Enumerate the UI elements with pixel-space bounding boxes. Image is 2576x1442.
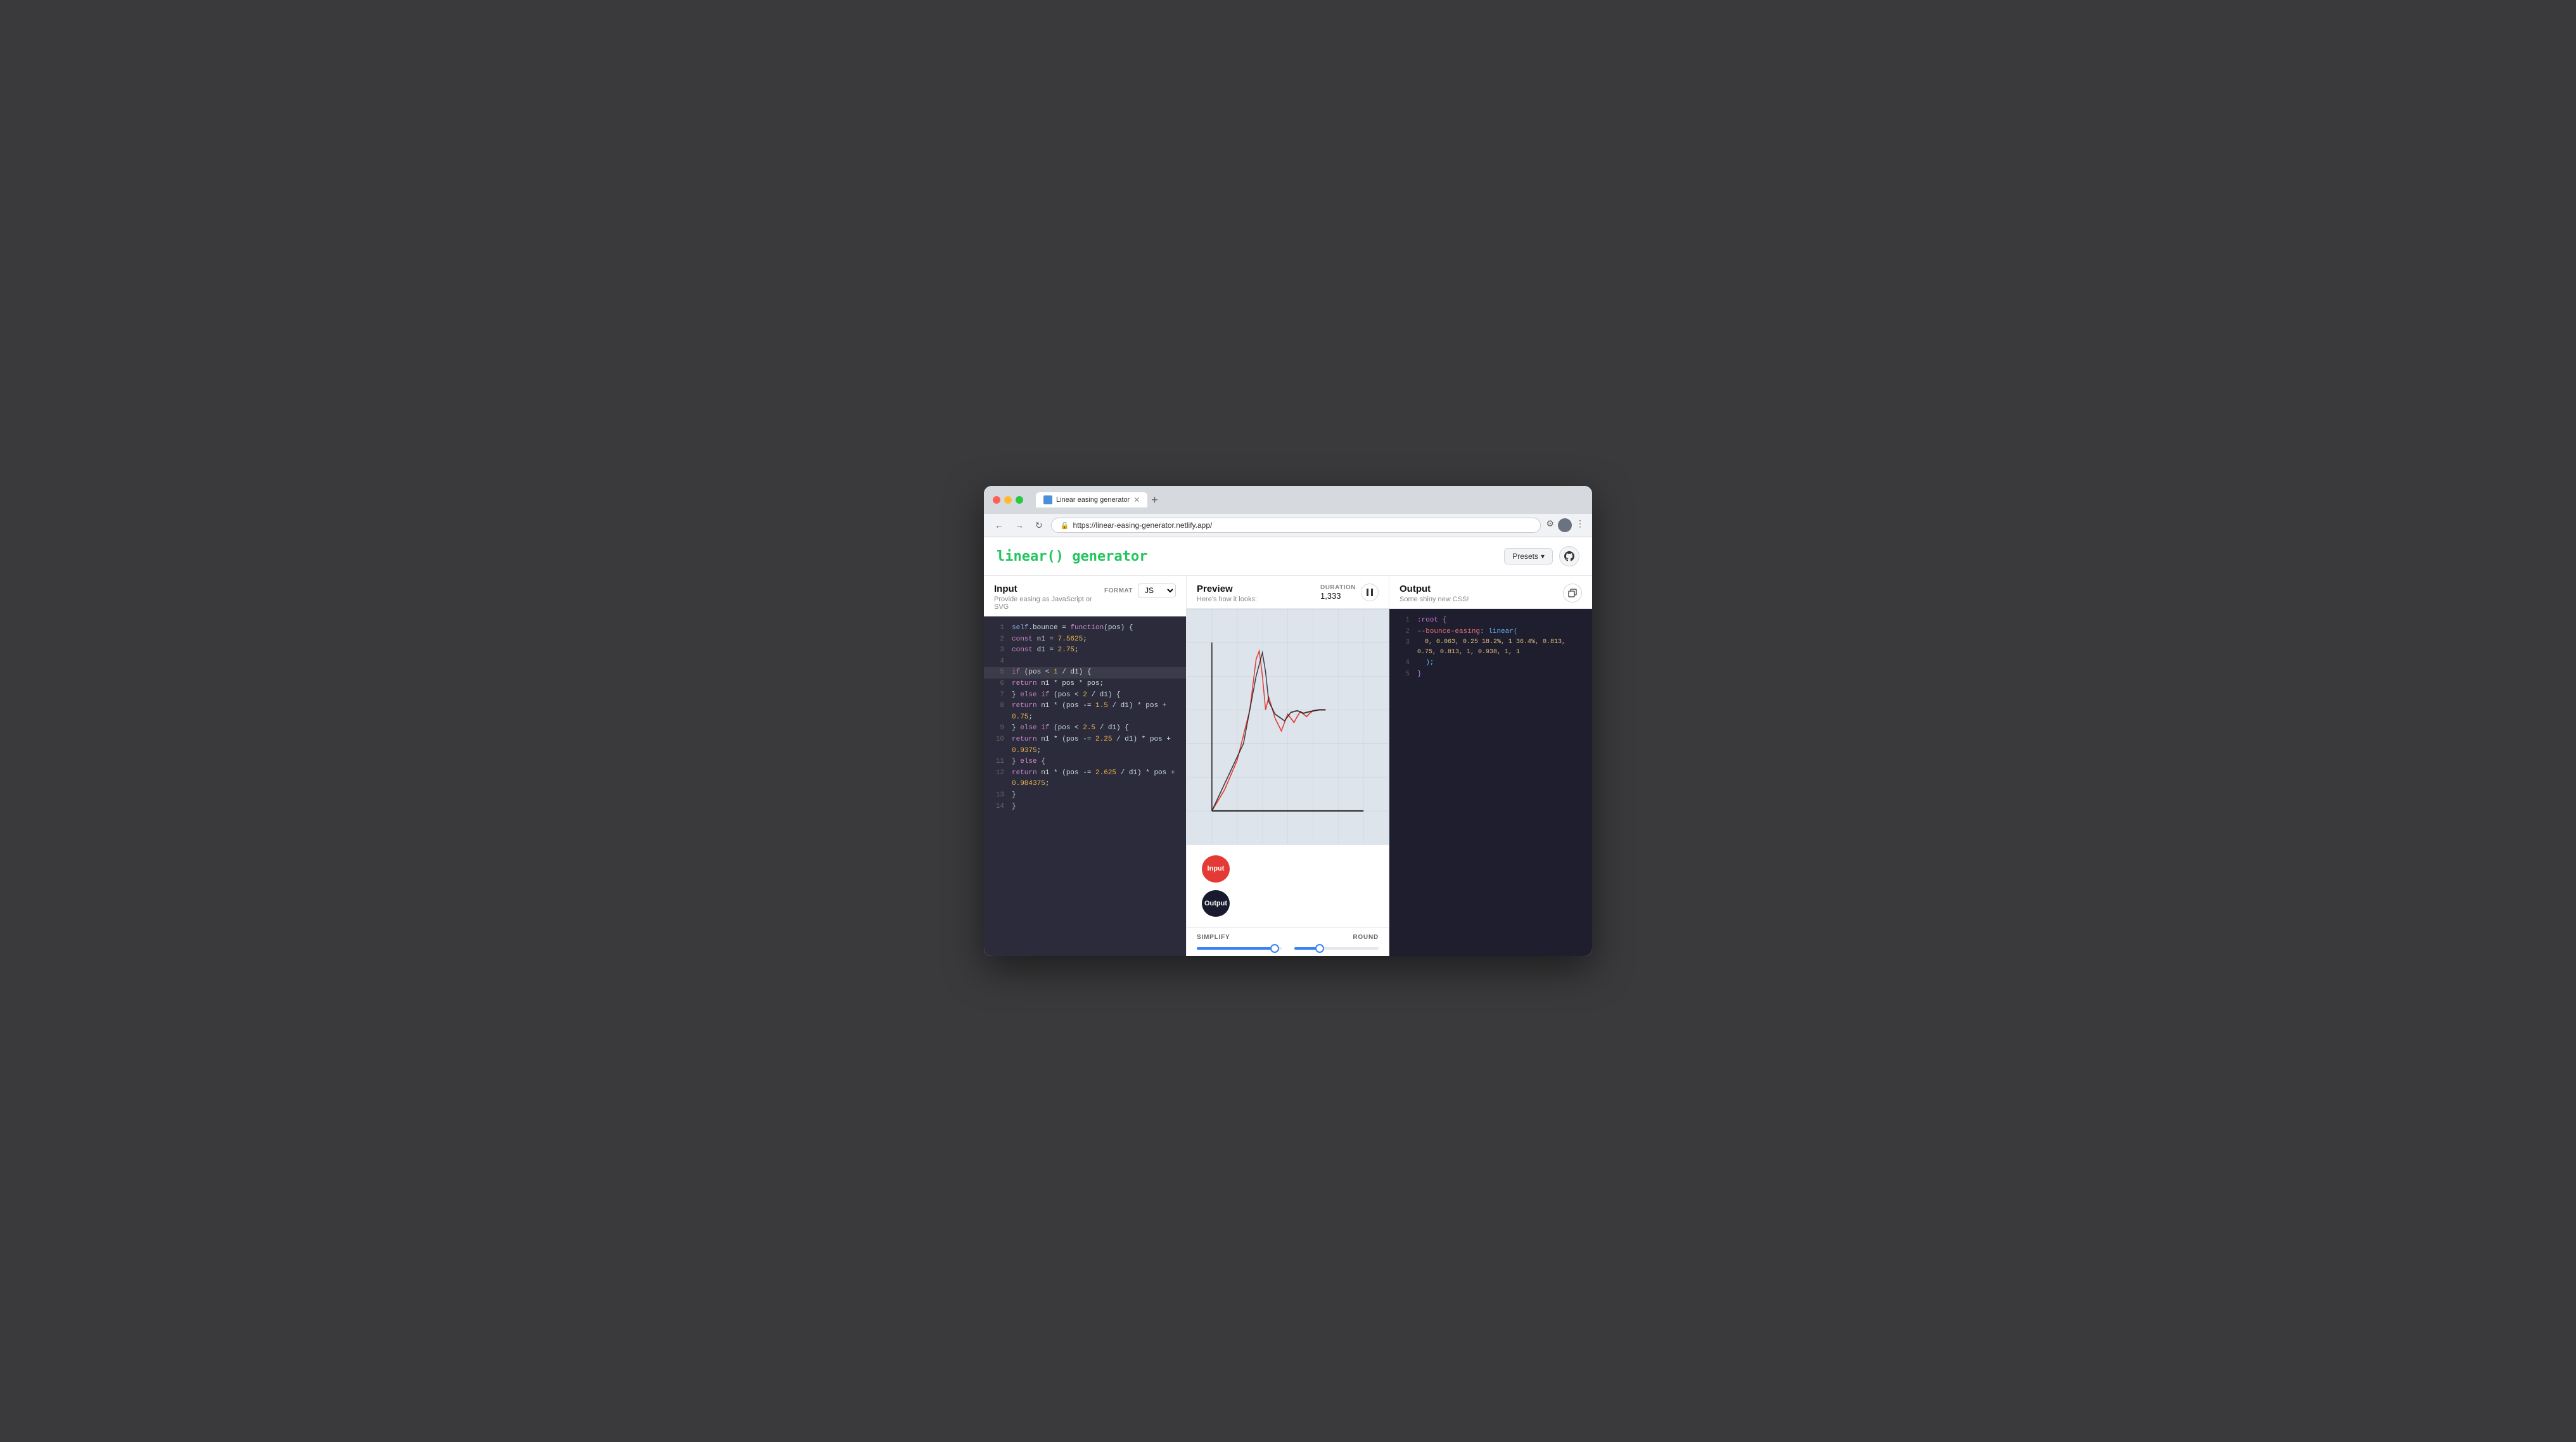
code-line: 14 } [984, 801, 1186, 813]
code-line: 3 0, 0.063, 0.25 18.2%, 1 36.4%, 0.813, … [1389, 637, 1592, 658]
preview-panel-title: Preview [1197, 584, 1257, 594]
minimize-button[interactable] [1004, 496, 1012, 504]
panels: Input Provide easing as JavaScript or SV… [984, 576, 1592, 956]
input-panel-title: Input [994, 584, 1104, 594]
new-tab-button[interactable]: + [1151, 494, 1158, 507]
code-line: 12 return n1 * (pos -= 2.625 / d1) * pos… [984, 768, 1186, 790]
menu-icon[interactable]: ⋮ [1576, 518, 1584, 532]
format-select[interactable]: JS SVG [1138, 584, 1176, 597]
preview-panel-header: Preview Here's how it looks: DURATION 1,… [1187, 576, 1389, 609]
back-button[interactable]: ← [992, 518, 1007, 532]
app-logo: linear() generator [997, 549, 1147, 565]
easing-chart [1187, 609, 1389, 845]
profile-icon[interactable] [1558, 518, 1572, 532]
copy-icon [1568, 589, 1577, 597]
format-label: FORMAT [1104, 587, 1133, 594]
code-editor[interactable]: 1 self.bounce = function(pos) { 2 const … [984, 616, 1186, 956]
output-panel: Output Some shiny new CSS! 1 [1389, 576, 1592, 956]
tab-close-button[interactable]: ✕ [1133, 495, 1140, 504]
code-line: 2 --bounce-easing: linear( [1389, 627, 1592, 638]
duration-section: DURATION 1,333 [1320, 584, 1379, 601]
simplify-thumb[interactable] [1270, 944, 1279, 953]
output-editor[interactable]: 1 :root { 2 --bounce-easing: linear( 3 0… [1389, 609, 1592, 956]
browser-titlebar: Linear easing generator ✕ + [984, 486, 1592, 514]
copy-button[interactable] [1563, 584, 1582, 603]
tab-title: Linear easing generator [1056, 496, 1130, 504]
slider-section: SIMPLIFY ROUND [1187, 927, 1389, 956]
round-slider[interactable] [1294, 947, 1379, 950]
code-line: 13 } [984, 790, 1186, 801]
round-label: ROUND [1353, 934, 1379, 941]
input-panel-actions: FORMAT JS SVG [1104, 584, 1176, 597]
address-bar[interactable]: 🔒 https://linear-easing-generator.netlif… [1051, 518, 1541, 533]
url-text: https://linear-easing-generator.netlify.… [1073, 521, 1212, 530]
code-line: 1 :root { [1389, 615, 1592, 627]
code-line: 6 return n1 * pos * pos; [984, 679, 1186, 690]
animation-preview: Input Output [1187, 845, 1389, 927]
app-header: linear() generator Presets ▾ [984, 537, 1592, 576]
chart-area [1187, 609, 1389, 845]
code-line: 7 } else if (pos < 2 / d1) { [984, 690, 1186, 701]
round-fill [1294, 947, 1320, 950]
extensions-icon[interactable]: ⚙ [1546, 518, 1554, 532]
chevron-down-icon: ▾ [1541, 552, 1545, 561]
preview-panel-subtitle: Here's how it looks: [1197, 596, 1257, 603]
code-line: 4 [984, 656, 1186, 668]
refresh-button[interactable]: ↻ [1032, 518, 1046, 533]
tab-favicon [1043, 495, 1052, 504]
tab-bar: Linear easing generator ✕ + [1036, 492, 1158, 507]
input-panel-header: Input Provide easing as JavaScript or SV… [984, 576, 1186, 616]
pause-icon [1367, 589, 1373, 596]
duration-label: DURATION [1320, 584, 1356, 591]
presets-label: Presets [1512, 552, 1538, 561]
code-line: 8 return n1 * (pos -= 1.5 / d1) * pos + … [984, 701, 1186, 723]
code-line: 1 self.bounce = function(pos) { [984, 623, 1186, 634]
code-line: 5 if (pos < 1 / d1) { [984, 667, 1186, 679]
forward-button[interactable]: → [1012, 518, 1027, 532]
github-icon [1564, 551, 1574, 561]
output-ball[interactable]: Output [1202, 890, 1230, 917]
simplify-row: SIMPLIFY ROUND [1197, 934, 1379, 941]
presets-button[interactable]: Presets ▾ [1504, 548, 1553, 565]
output-panel-subtitle: Some shiny new CSS! [1400, 596, 1469, 603]
code-line: 11 } else { [984, 756, 1186, 768]
code-line: 4 ); [1389, 658, 1592, 669]
input-panel-subtitle: Provide easing as JavaScript or SVG [994, 596, 1104, 611]
browser-toolbar: ← → ↻ 🔒 https://linear-easing-generator.… [984, 514, 1592, 537]
code-line: 5 } [1389, 669, 1592, 680]
output-panel-title: Output [1400, 584, 1469, 594]
input-ball[interactable]: Input [1202, 855, 1230, 883]
header-right: Presets ▾ [1504, 546, 1579, 566]
traffic-lights [993, 496, 1023, 504]
simplify-label: SIMPLIFY [1197, 934, 1230, 941]
github-button[interactable] [1559, 546, 1579, 566]
lock-icon: 🔒 [1061, 521, 1069, 530]
simplify-slider[interactable] [1197, 947, 1282, 950]
input-panel: Input Provide easing as JavaScript or SV… [984, 576, 1187, 956]
browser-window: Linear easing generator ✕ + ← → ↻ 🔒 http… [984, 486, 1592, 956]
code-line: 3 const d1 = 2.75; [984, 645, 1186, 656]
code-line: 10 return n1 * (pos -= 2.25 / d1) * pos … [984, 734, 1186, 756]
simplify-fill [1197, 947, 1275, 950]
toolbar-actions: ⚙ ⋮ [1546, 518, 1584, 532]
code-line: 2 const n1 = 7.5625; [984, 634, 1186, 646]
output-panel-header: Output Some shiny new CSS! [1389, 576, 1592, 609]
preview-panel: Preview Here's how it looks: DURATION 1,… [1187, 576, 1389, 956]
code-line: 9 } else if (pos < 2.5 / d1) { [984, 723, 1186, 734]
play-pause-button[interactable] [1361, 584, 1379, 601]
close-button[interactable] [993, 496, 1000, 504]
round-thumb[interactable] [1315, 944, 1324, 953]
maximize-button[interactable] [1016, 496, 1023, 504]
duration-value: 1,333 [1320, 591, 1356, 601]
app-content: linear() generator Presets ▾ [984, 537, 1592, 956]
active-tab[interactable]: Linear easing generator ✕ [1036, 492, 1147, 507]
